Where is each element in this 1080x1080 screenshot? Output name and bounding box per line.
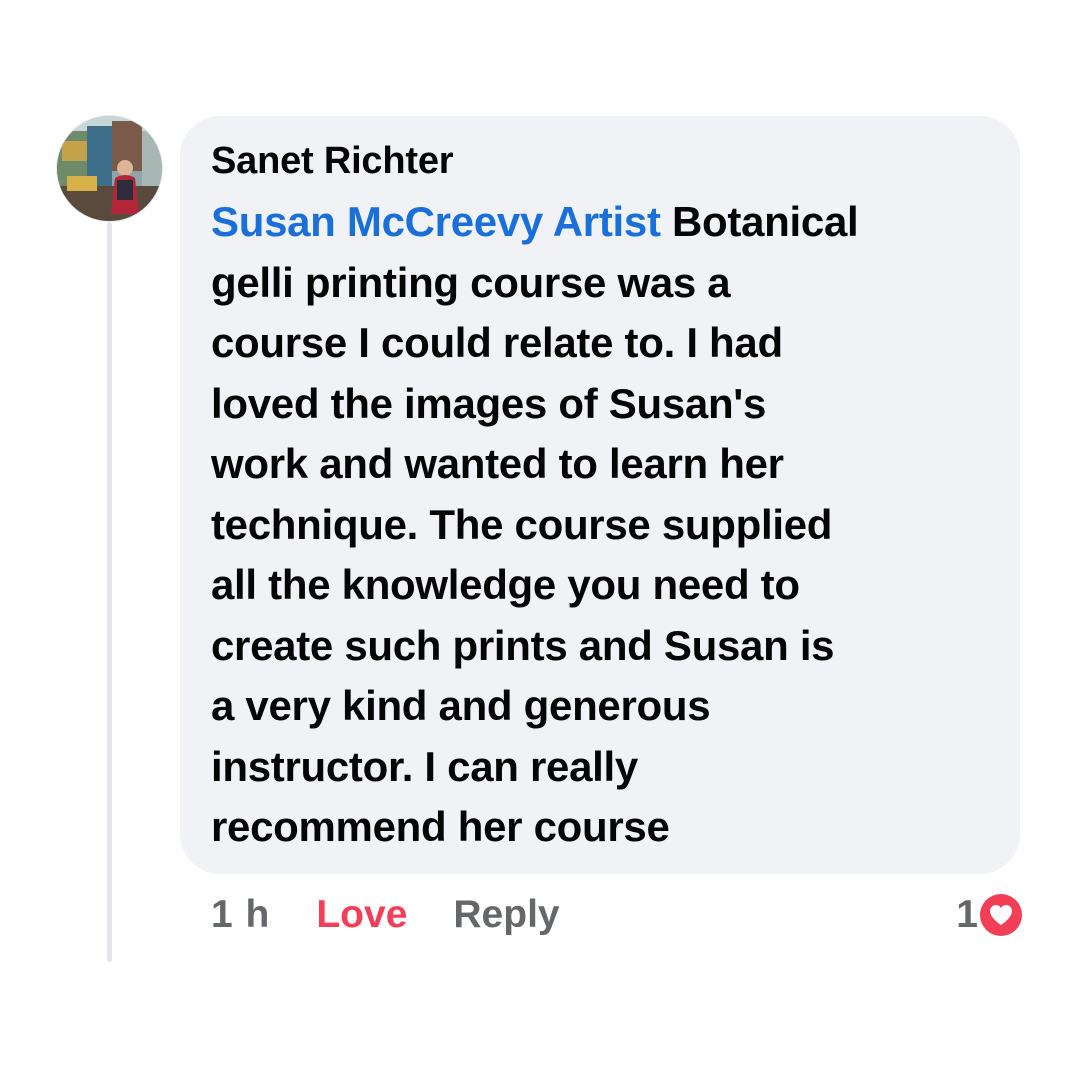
avatar-image: [57, 116, 162, 221]
comment-line: loved the images of Susan's: [211, 379, 767, 427]
avatar[interactable]: [57, 116, 162, 221]
reaction-count: 1: [956, 893, 978, 936]
reply-button[interactable]: Reply: [453, 893, 559, 937]
comment-timestamp[interactable]: 1 h: [211, 893, 270, 937]
comment-line: gelli printing course was a: [211, 258, 731, 306]
comment-line: course I could relate to. I had: [211, 319, 783, 366]
comment-line: recommend her course: [211, 803, 670, 850]
comment-line: create such prints and Susan is: [211, 621, 835, 669]
comment-line: instructor. I can really: [211, 742, 638, 790]
comment-actions: 1 h Love Reply: [211, 890, 560, 940]
thread-line: [107, 222, 112, 962]
comment-author[interactable]: Sanet Richter: [211, 140, 454, 183]
comment-line: all the knowledge you need to: [211, 561, 800, 608]
comment-line: work and wanted to learn her: [211, 440, 784, 487]
comment-line-text: Botanical: [660, 198, 859, 245]
comment-line: a very kind and generous: [211, 682, 711, 729]
mention-link[interactable]: Susan McCreevy Artist: [211, 198, 661, 245]
comment-text: Susan McCreevy Artist Botanical gelli pr…: [211, 192, 1011, 858]
heart-icon: [980, 894, 1022, 936]
love-button[interactable]: Love: [316, 893, 407, 937]
comment-line: technique. The course supplied: [211, 500, 833, 548]
reaction-summary[interactable]: 1: [956, 890, 1022, 940]
comment-line: Susan McCreevy Artist Botanical: [211, 192, 1011, 253]
